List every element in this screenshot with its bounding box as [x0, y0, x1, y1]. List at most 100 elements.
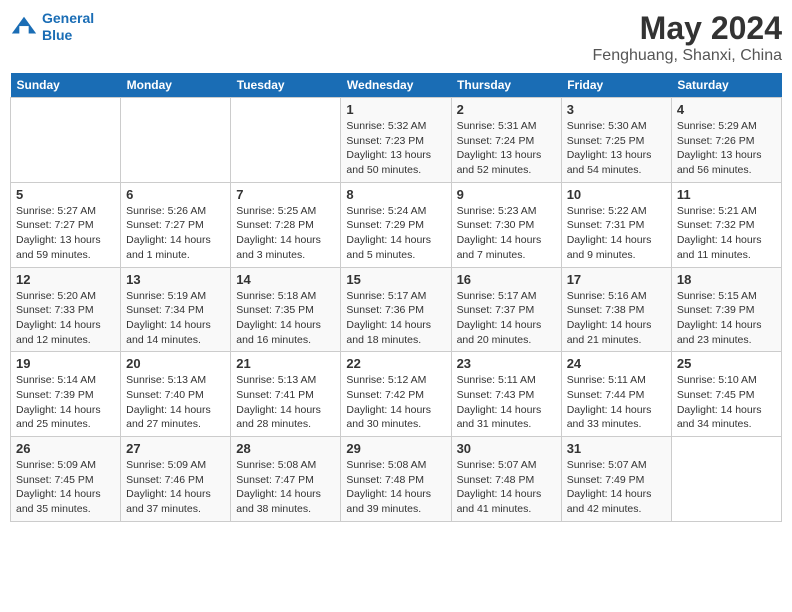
- calendar-cell: 13 Sunrise: 5:19 AM Sunset: 7:34 PM Dayli…: [121, 267, 231, 352]
- day-info: Sunrise: 5:09 AM Sunset: 7:45 PM Dayligh…: [16, 458, 115, 517]
- day-number: 16: [457, 272, 556, 287]
- calendar-cell: 8Sunrise: 5:24 AM Sunset: 7:29 PM Daylig…: [341, 182, 451, 267]
- day-info: Sunrise: 5:08 AM Sunset: 7:47 PM Dayligh…: [236, 458, 335, 517]
- day-number: 3: [567, 102, 666, 117]
- calendar-cell: [121, 98, 231, 183]
- calendar-body: 1Sunrise: 5:32 AM Sunset: 7:23 PM Daylig…: [11, 98, 782, 522]
- day-info: Sunrise: 5:32 AM Sunset: 7:23 PM Dayligh…: [346, 119, 445, 178]
- day-number: 6: [126, 187, 225, 202]
- day-info: Sunrise: 5:13 AM Sunset: 7:40 PM Dayligh…: [126, 373, 225, 432]
- day-header-friday: Friday: [561, 73, 671, 98]
- day-number: 11: [677, 187, 776, 202]
- day-info: Sunrise: 5:29 AM Sunset: 7:26 PM Dayligh…: [677, 119, 776, 178]
- calendar-cell: 22 Sunrise: 5:12 AM Sunset: 7:42 PM Dayli…: [341, 352, 451, 437]
- calendar-cell: 4 Sunrise: 5:29 AM Sunset: 7:26 PM Daylig…: [671, 98, 781, 183]
- calendar-cell: 20 Sunrise: 5:13 AM Sunset: 7:40 PM Dayli…: [121, 352, 231, 437]
- calendar-cell: 14 Sunrise: 5:18 AM Sunset: 7:35 PM Dayli…: [231, 267, 341, 352]
- calendar-table: SundayMondayTuesdayWednesdayThursdayFrid…: [10, 73, 782, 522]
- calendar-cell: 27 Sunrise: 5:09 AM Sunset: 7:46 PM Dayli…: [121, 437, 231, 522]
- title-block: May 2024 Fenghuang, Shanxi, China: [593, 10, 782, 65]
- day-info: Sunrise: 5:12 AM Sunset: 7:42 PM Dayligh…: [346, 373, 445, 432]
- day-info: Sunrise: 5:31 AM Sunset: 7:24 PM Dayligh…: [457, 119, 556, 178]
- calendar-cell: 18Sunrise: 5:15 AM Sunset: 7:39 PM Dayli…: [671, 267, 781, 352]
- day-number: 9: [457, 187, 556, 202]
- calendar-cell: 11 Sunrise: 5:21 AM Sunset: 7:32 PM Dayli…: [671, 182, 781, 267]
- day-header-monday: Monday: [121, 73, 231, 98]
- day-number: 22: [346, 356, 445, 371]
- calendar-week-4: 19Sunrise: 5:14 AM Sunset: 7:39 PM Dayli…: [11, 352, 782, 437]
- day-number: 14: [236, 272, 335, 287]
- calendar-week-3: 12Sunrise: 5:20 AM Sunset: 7:33 PM Dayli…: [11, 267, 782, 352]
- calendar-cell: 23 Sunrise: 5:11 AM Sunset: 7:43 PM Dayli…: [451, 352, 561, 437]
- day-number: 13: [126, 272, 225, 287]
- calendar-week-2: 5Sunrise: 5:27 AM Sunset: 7:27 PM Daylig…: [11, 182, 782, 267]
- day-number: 8: [346, 187, 445, 202]
- calendar-cell: 29 Sunrise: 5:08 AM Sunset: 7:48 PM Dayli…: [341, 437, 451, 522]
- day-header-wednesday: Wednesday: [341, 73, 451, 98]
- day-info: Sunrise: 5:18 AM Sunset: 7:35 PM Dayligh…: [236, 289, 335, 348]
- day-info: Sunrise: 5:14 AM Sunset: 7:39 PM Dayligh…: [16, 373, 115, 432]
- day-info: Sunrise: 5:20 AM Sunset: 7:33 PM Dayligh…: [16, 289, 115, 348]
- day-info: Sunrise: 5:11 AM Sunset: 7:43 PM Dayligh…: [457, 373, 556, 432]
- day-number: 20: [126, 356, 225, 371]
- day-info: Sunrise: 5:19 AM Sunset: 7:34 PM Dayligh…: [126, 289, 225, 348]
- logo-icon: [10, 13, 38, 41]
- page-header: General Blue May 2024 Fenghuang, Shanxi,…: [10, 10, 782, 65]
- day-info: Sunrise: 5:30 AM Sunset: 7:25 PM Dayligh…: [567, 119, 666, 178]
- day-number: 4: [677, 102, 776, 117]
- day-info: Sunrise: 5:10 AM Sunset: 7:45 PM Dayligh…: [677, 373, 776, 432]
- calendar-cell: [671, 437, 781, 522]
- calendar-cell: 15 Sunrise: 5:17 AM Sunset: 7:36 PM Dayli…: [341, 267, 451, 352]
- day-number: 21: [236, 356, 335, 371]
- logo-line1: General: [42, 10, 94, 26]
- day-info: Sunrise: 5:08 AM Sunset: 7:48 PM Dayligh…: [346, 458, 445, 517]
- logo-line2: Blue: [42, 27, 72, 43]
- calendar-cell: 2Sunrise: 5:31 AM Sunset: 7:24 PM Daylig…: [451, 98, 561, 183]
- calendar-header: SundayMondayTuesdayWednesdayThursdayFrid…: [11, 73, 782, 98]
- calendar-cell: 1Sunrise: 5:32 AM Sunset: 7:23 PM Daylig…: [341, 98, 451, 183]
- calendar-cell: 30Sunrise: 5:07 AM Sunset: 7:48 PM Dayli…: [451, 437, 561, 522]
- day-number: 27: [126, 441, 225, 456]
- logo-text: General Blue: [42, 10, 94, 44]
- day-info: Sunrise: 5:21 AM Sunset: 7:32 PM Dayligh…: [677, 204, 776, 263]
- day-header-tuesday: Tuesday: [231, 73, 341, 98]
- calendar-cell: 3 Sunrise: 5:30 AM Sunset: 7:25 PM Daylig…: [561, 98, 671, 183]
- day-number: 17: [567, 272, 666, 287]
- calendar-week-5: 26 Sunrise: 5:09 AM Sunset: 7:45 PM Dayli…: [11, 437, 782, 522]
- day-info: Sunrise: 5:11 AM Sunset: 7:44 PM Dayligh…: [567, 373, 666, 432]
- day-number: 28: [236, 441, 335, 456]
- logo: General Blue: [10, 10, 94, 44]
- calendar-cell: 26 Sunrise: 5:09 AM Sunset: 7:45 PM Dayli…: [11, 437, 121, 522]
- calendar-cell: [231, 98, 341, 183]
- day-info: Sunrise: 5:23 AM Sunset: 7:30 PM Dayligh…: [457, 204, 556, 263]
- calendar-cell: 6Sunrise: 5:26 AM Sunset: 7:27 PM Daylig…: [121, 182, 231, 267]
- calendar-cell: 28 Sunrise: 5:08 AM Sunset: 7:47 PM Dayli…: [231, 437, 341, 522]
- day-number: 30: [457, 441, 556, 456]
- day-number: 23: [457, 356, 556, 371]
- day-number: 24: [567, 356, 666, 371]
- page-subtitle: Fenghuang, Shanxi, China: [593, 47, 782, 65]
- day-number: 26: [16, 441, 115, 456]
- day-info: Sunrise: 5:09 AM Sunset: 7:46 PM Dayligh…: [126, 458, 225, 517]
- calendar-cell: 12Sunrise: 5:20 AM Sunset: 7:33 PM Dayli…: [11, 267, 121, 352]
- day-info: Sunrise: 5:07 AM Sunset: 7:49 PM Dayligh…: [567, 458, 666, 517]
- calendar-cell: [11, 98, 121, 183]
- day-info: Sunrise: 5:27 AM Sunset: 7:27 PM Dayligh…: [16, 204, 115, 263]
- calendar-cell: 16 Sunrise: 5:17 AM Sunset: 7:37 PM Dayli…: [451, 267, 561, 352]
- calendar-cell: 9 Sunrise: 5:23 AM Sunset: 7:30 PM Daylig…: [451, 182, 561, 267]
- day-number: 31: [567, 441, 666, 456]
- page-title: May 2024: [593, 10, 782, 47]
- day-info: Sunrise: 5:17 AM Sunset: 7:37 PM Dayligh…: [457, 289, 556, 348]
- day-info: Sunrise: 5:16 AM Sunset: 7:38 PM Dayligh…: [567, 289, 666, 348]
- day-number: 29: [346, 441, 445, 456]
- calendar-cell: 7Sunrise: 5:25 AM Sunset: 7:28 PM Daylig…: [231, 182, 341, 267]
- day-number: 15: [346, 272, 445, 287]
- day-info: Sunrise: 5:17 AM Sunset: 7:36 PM Dayligh…: [346, 289, 445, 348]
- calendar-cell: 24 Sunrise: 5:11 AM Sunset: 7:44 PM Dayli…: [561, 352, 671, 437]
- day-header-saturday: Saturday: [671, 73, 781, 98]
- day-info: Sunrise: 5:13 AM Sunset: 7:41 PM Dayligh…: [236, 373, 335, 432]
- day-info: Sunrise: 5:15 AM Sunset: 7:39 PM Dayligh…: [677, 289, 776, 348]
- calendar-cell: 21 Sunrise: 5:13 AM Sunset: 7:41 PM Dayli…: [231, 352, 341, 437]
- calendar-cell: 19Sunrise: 5:14 AM Sunset: 7:39 PM Dayli…: [11, 352, 121, 437]
- day-header-thursday: Thursday: [451, 73, 561, 98]
